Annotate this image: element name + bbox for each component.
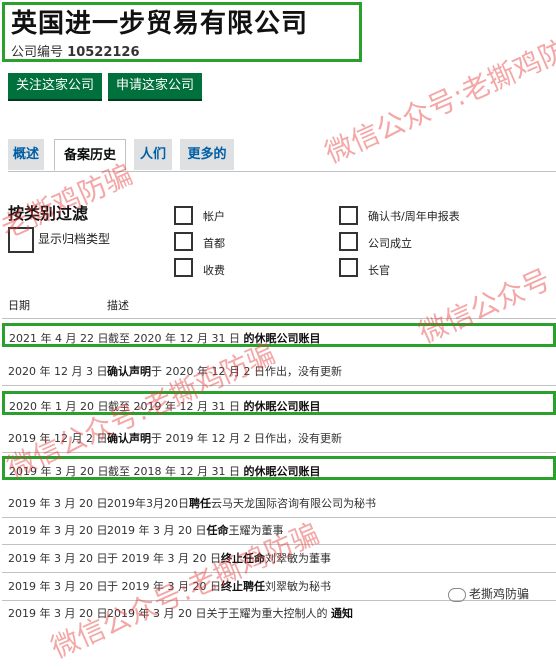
filing-document-link[interactable]: 的休眠公司账目 [243, 332, 320, 345]
tab-filing-history[interactable]: 备案历史 [54, 139, 126, 171]
filing-row: 2019 年 3 月 20 日 截至 2018 年 12 月 31 日 的休眠公… [2, 456, 556, 480]
follow-company-button[interactable]: 关注这家公司 [8, 73, 102, 101]
filing-row: 2020 年 1 月 20 日 截至 2019 年 12 月 31 日 的休眠公… [2, 391, 556, 415]
filing-document-link[interactable]: 的休眠公司账目 [243, 465, 320, 478]
company-number-value: 10522126 [67, 45, 140, 60]
filing-date: 2019 年 3 月 20 日 [8, 552, 108, 565]
filing-document-link[interactable]: 任命 [206, 524, 228, 537]
filter-checkbox-charges[interactable] [174, 258, 193, 277]
filing-row: 2019 年 12 月 2 日 确认声明于 2019 年 12 月 2 日作出，… [2, 422, 556, 453]
filing-description: 于 2019 年 3 月 20 日终止聘任刘翠敏为秘书 [107, 580, 331, 593]
filter-checkbox-incorporation[interactable] [339, 232, 358, 251]
filing-date: 2019 年 3 月 20 日 [8, 607, 108, 620]
filter-label-accounts: 帐户 [203, 210, 225, 223]
filter-checkbox-accounts[interactable] [174, 206, 193, 225]
filing-description: 截至 2018 年 12 月 31 日 的休眠公司账目 [108, 465, 321, 478]
company-header: 英国进一步贸易有限公司 公司编号 10522126 [2, 2, 362, 62]
filing-description: 截至 2020 年 12 月 31 日 的休眠公司账目 [108, 332, 321, 345]
filing-date: 2019 年 12 月 2 日 [8, 432, 108, 445]
tab-bar: 概述 备案历史 人们 更多的 [8, 139, 556, 172]
filter-checkbox-officers[interactable] [339, 258, 358, 277]
column-header-date: 日期 [8, 299, 30, 312]
filing-description: 2019 年 3 月 20 日任命王耀为董事 [107, 524, 284, 537]
filing-date: 2020 年 12 月 3 日 [8, 365, 108, 378]
filing-date: 2019 年 3 月 20 日 [8, 497, 108, 510]
filing-date: 2019 年 3 月 20 日 [8, 580, 108, 593]
filter-label-officers: 长官 [368, 264, 390, 277]
company-number-label: 公司编号 [11, 45, 64, 60]
filing-row: 2019 年 3 月 20 日 2019 年 3 月 20 日任命王耀为董事 [2, 514, 556, 545]
filter-checkbox-capital[interactable] [174, 232, 193, 251]
tab-overview[interactable]: 概述 [8, 139, 44, 170]
filter-label-incorporation: 公司成立 [368, 237, 412, 250]
filing-row: 2019 年 3 月 20 日 于 2019 年 3 月 20 日终止任命刘翠敏… [2, 542, 556, 573]
tab-more[interactable]: 更多的 [180, 139, 234, 170]
filing-date: 2021 年 4 月 22 日 [9, 332, 109, 345]
apply-company-button[interactable]: 申请这家公司 [108, 73, 202, 101]
filter-label-confirmation: 确认书/周年申报表 [368, 210, 460, 223]
tab-people[interactable]: 人们 [134, 139, 172, 170]
header-divider [2, 318, 556, 319]
filing-description: 2019年3月20日聘任云马天龙国际咨询有限公司为秘书 [107, 497, 376, 510]
filing-description: 确认声明于 2020 年 12 月 2 日作出，没有更新 [107, 365, 342, 378]
filter-heading: 按类别过滤 [8, 204, 89, 223]
filing-document-link[interactable]: 确认声明 [107, 365, 151, 378]
wechat-watermark: 老撕鸡防骗 [448, 585, 529, 602]
filing-document-link[interactable]: 终止聘任 [221, 580, 265, 593]
filing-date: 2019 年 3 月 20 日 [9, 465, 109, 478]
filter-label-charges: 收费 [203, 264, 225, 277]
filing-row: 2020 年 12 月 3 日 确认声明于 2020 年 12 月 2 日作出，… [2, 355, 556, 386]
filing-description: 2019 年 3 月 20 日关于王耀为重大控制人的 通知 [107, 607, 353, 620]
filing-row: 2021 年 4 月 22 日 截至 2020 年 12 月 31 日 的休眠公… [2, 323, 556, 347]
filing-document-link[interactable]: 确认声明 [107, 432, 151, 445]
filing-document-link[interactable]: 的休眠公司账目 [243, 400, 320, 413]
filing-document-link[interactable]: 聘任 [189, 497, 211, 510]
wechat-watermark-label: 老撕鸡防骗 [469, 587, 530, 601]
wechat-icon [448, 587, 466, 602]
filter-label-capital: 首都 [203, 237, 225, 250]
company-number: 公司编号 10522126 [11, 41, 353, 60]
show-types-checkbox[interactable] [8, 227, 34, 253]
filing-description: 于 2019 年 3 月 20 日终止任命刘翠敏为董事 [107, 552, 331, 565]
filter-checkbox-confirmation[interactable] [339, 206, 358, 225]
filing-document-link[interactable]: 通知 [331, 607, 353, 620]
filing-document-link[interactable]: 终止任命 [221, 552, 265, 565]
filing-date: 2020 年 1 月 20 日 [9, 400, 109, 413]
filing-description: 截至 2019 年 12 月 31 日 的休眠公司账目 [108, 400, 321, 413]
filing-description: 确认声明于 2019 年 12 月 2 日作出，没有更新 [107, 432, 342, 445]
column-header-description: 描述 [107, 299, 129, 312]
company-name: 英国进一步贸易有限公司 [11, 9, 309, 39]
filing-date: 2019 年 3 月 20 日 [8, 524, 108, 537]
show-types-label: 显示归档类型 [38, 232, 111, 246]
